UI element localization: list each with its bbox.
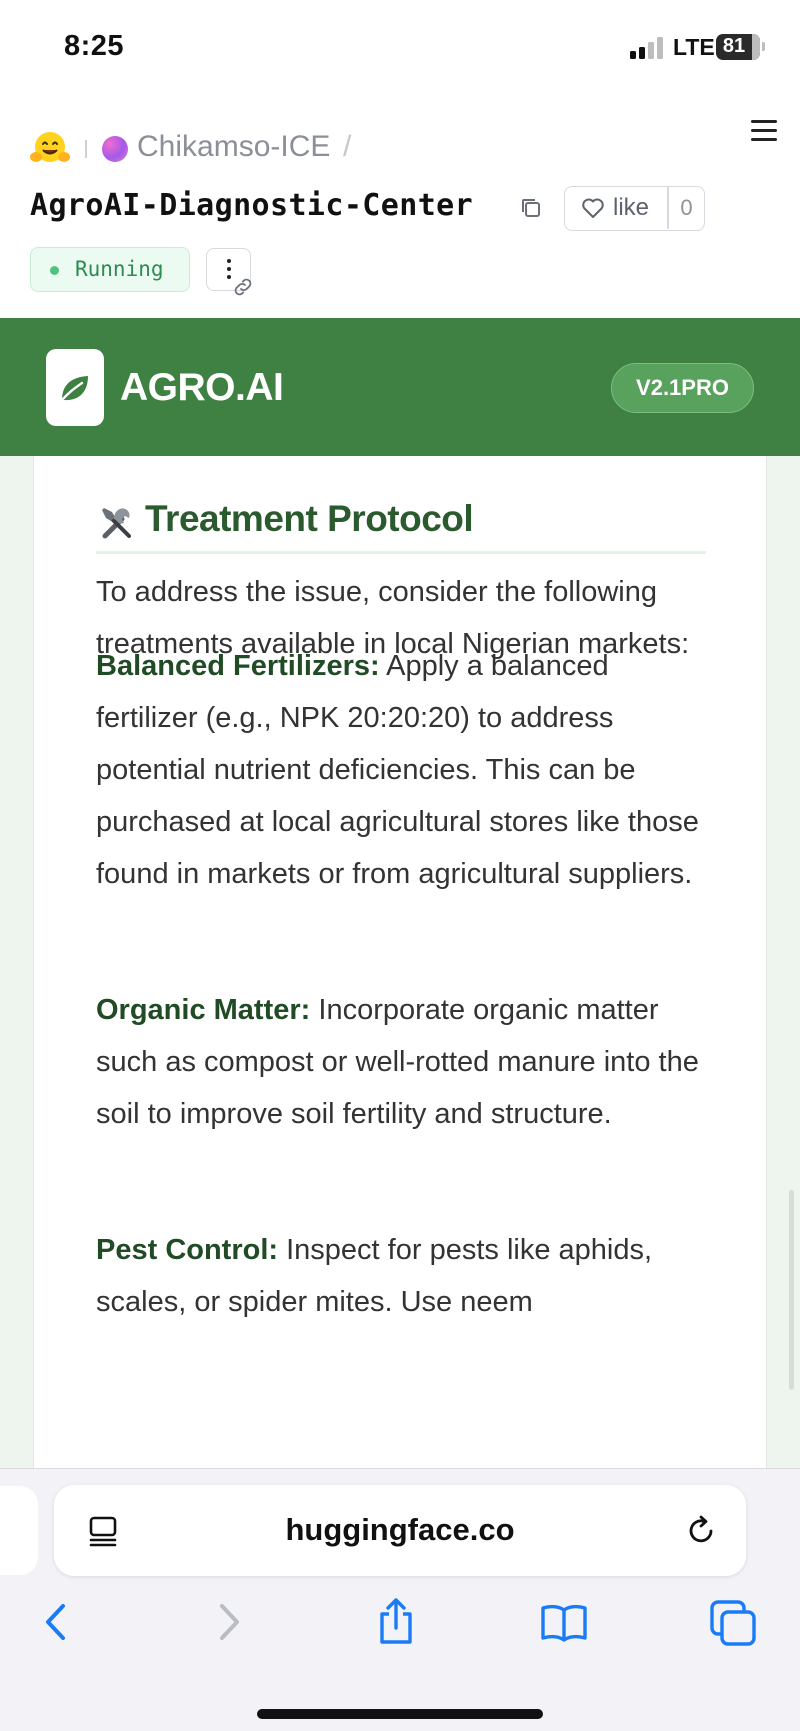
battery-icon: 81: [716, 34, 765, 60]
brand-logo: [46, 349, 104, 426]
app-header: AGRO.AI V2.1PRO: [0, 318, 800, 456]
treatment-label: Organic Matter:: [96, 994, 311, 1026]
link-icon[interactable]: [231, 275, 255, 299]
space-title: AgroAI-Diagnostic-Center: [30, 188, 474, 223]
network-type: LTE: [673, 34, 715, 60]
home-indicator: [257, 1709, 543, 1719]
treatment-item-organic-matter: Organic Matter: Incorporate organic matt…: [96, 984, 716, 1140]
treatment-text: Apply a balanced fertilizer (e.g., NPK 2…: [96, 650, 699, 890]
page-scrollbar[interactable]: [789, 1190, 794, 1390]
url-text[interactable]: huggingface.co: [54, 1512, 746, 1548]
treatment-card: Treatment Protocol To address the issue,…: [33, 456, 767, 1468]
browser-toolbar: huggingface.co: [0, 1468, 800, 1731]
copy-icon[interactable]: [519, 196, 543, 220]
forward-button[interactable]: [200, 1594, 256, 1650]
like-widget: like 0: [564, 186, 705, 231]
chevron-right-icon: [220, 1604, 239, 1640]
status-text: Running: [75, 257, 164, 281]
cellular-signal-icon: [630, 37, 670, 59]
treatment-item-pest-control: Pest Control: Inspect for pests like aph…: [96, 1224, 716, 1328]
share-icon: [380, 1598, 412, 1644]
back-button[interactable]: [30, 1594, 86, 1650]
app-frame: AGRO.AI V2.1PRO Treatment Protocol To ad…: [0, 318, 800, 1468]
like-button[interactable]: like: [565, 187, 667, 229]
status-badge: Running: [30, 247, 190, 292]
book-icon: [541, 1604, 587, 1642]
treatment-item-fertilizers: Balanced Fertilizers: Apply a balanced f…: [96, 640, 716, 900]
like-count[interactable]: 0: [669, 195, 704, 221]
address-bar[interactable]: huggingface.co: [54, 1485, 746, 1576]
brand-name: AGRO.AI: [120, 366, 284, 409]
treatment-label: Pest Control:: [96, 1234, 279, 1266]
tabs-button[interactable]: [706, 1594, 762, 1650]
heart-icon: [582, 198, 604, 218]
section-heading: Treatment Protocol: [96, 498, 706, 554]
hugging-face-logo-icon[interactable]: [30, 130, 70, 166]
like-label: like: [613, 194, 650, 221]
chevron-left-icon: [46, 1604, 65, 1640]
status-time: 8:25: [64, 30, 125, 62]
version-badge: V2.1PRO: [611, 363, 754, 413]
hamburger-menu-icon[interactable]: [751, 120, 779, 142]
reload-icon[interactable]: [685, 1514, 717, 1546]
tools-icon: [102, 508, 131, 539]
breadcrumb-separator: /: [343, 130, 352, 163]
owner-avatar[interactable]: [102, 136, 128, 162]
bookmarks-button[interactable]: [536, 1594, 592, 1650]
breadcrumb-divider: [85, 140, 87, 158]
running-dot-icon: [50, 266, 59, 275]
owner-link[interactable]: Chikamso-ICE: [137, 130, 330, 164]
battery-level: 81: [722, 35, 746, 57]
previous-tab-preview[interactable]: [0, 1486, 38, 1575]
tabs-icon: [710, 1600, 756, 1646]
treatment-label: Balanced Fertilizers:: [96, 650, 380, 682]
section-title: Treatment Protocol: [145, 498, 474, 539]
leaf-icon: [60, 376, 88, 402]
status-bar: 8:25 LTE 81: [0, 0, 800, 96]
share-button[interactable]: [368, 1594, 424, 1650]
